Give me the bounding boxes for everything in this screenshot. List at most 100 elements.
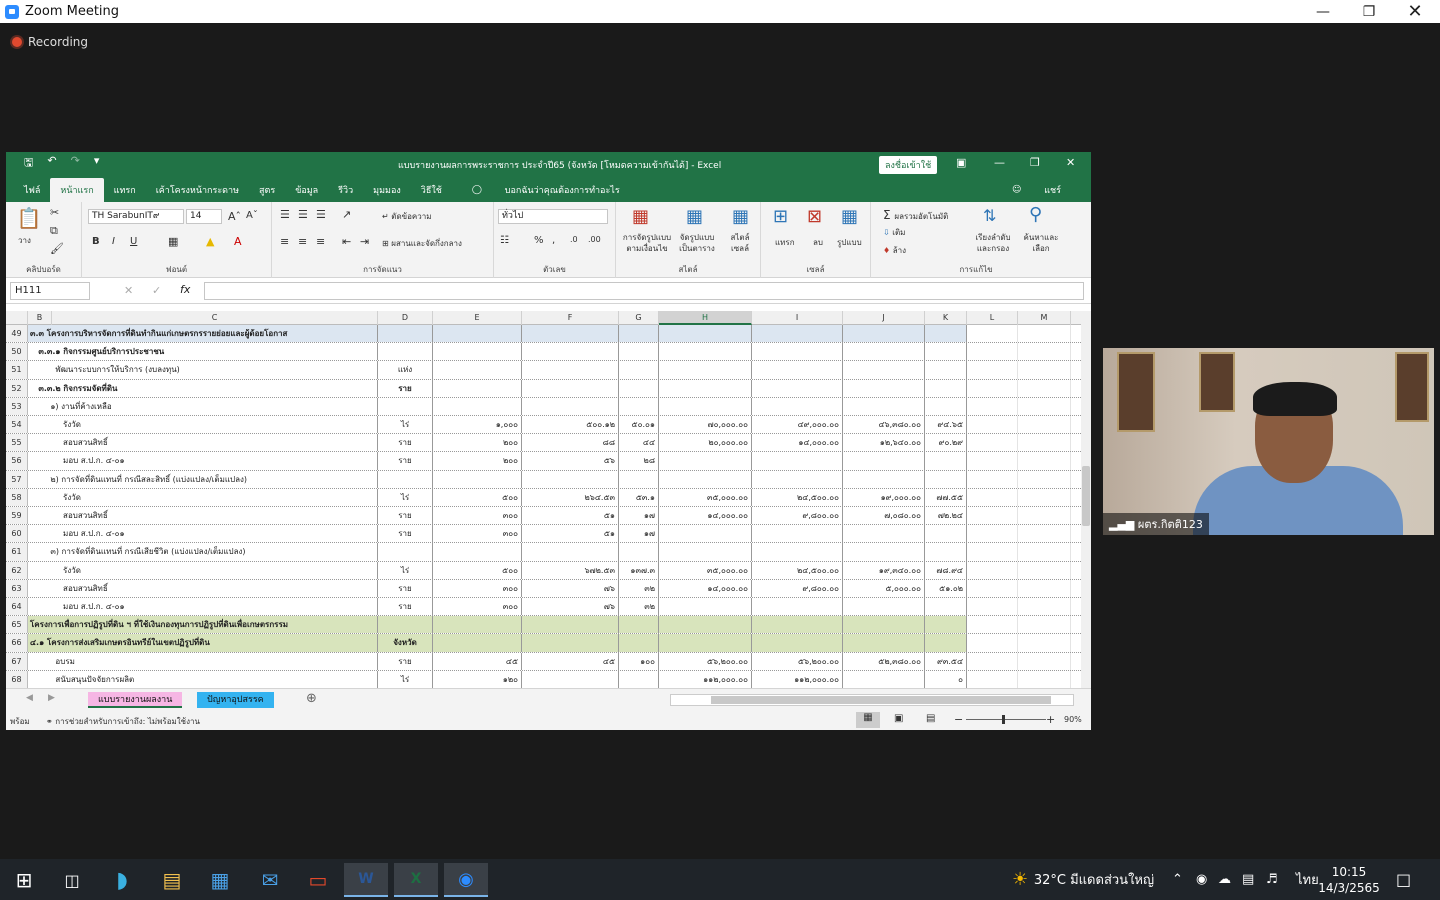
bottom-align-icon[interactable]: ☰ <box>316 208 326 221</box>
data-cell-f[interactable]: ๔๕ <box>522 652 619 670</box>
data-cell-i[interactable]: ๙,๘๐๐.๐๐ <box>752 507 843 525</box>
empty-cell[interactable] <box>967 543 1018 561</box>
data-cell-h[interactable]: ๗๐,๐๐๐.๐๐ <box>659 416 752 434</box>
item-label-cell[interactable]: โครงการเพื่อการปฏิรูปที่ดิน ฯ ที่ใช้เงิน… <box>28 616 378 634</box>
task-view-icon[interactable]: ◫ <box>50 863 94 897</box>
data-cell-f[interactable] <box>522 634 619 652</box>
data-cell-i[interactable]: ๔๙,๐๐๐.๐๐ <box>752 416 843 434</box>
row-number[interactable]: 54 <box>6 416 28 434</box>
empty-cell[interactable] <box>967 634 1018 652</box>
participant-video[interactable]: ▂▄▆ ผตร.กิตติ123 <box>1103 348 1434 535</box>
zoom-out-icon[interactable]: − <box>954 713 963 726</box>
data-cell-f[interactable]: ๕๑ <box>522 525 619 543</box>
meet-now-icon[interactable]: ◉ <box>1196 859 1207 900</box>
data-cell-j[interactable]: ๑๒,๖๔๐.๐๐ <box>843 434 925 452</box>
empty-cell[interactable] <box>1018 470 1071 488</box>
data-cell-i[interactable] <box>752 397 843 415</box>
data-cell-d[interactable] <box>378 470 433 488</box>
percent-icon[interactable]: % <box>534 235 544 246</box>
tab-page-layout[interactable]: เค้าโครงหน้ากระดาษ <box>146 178 249 202</box>
data-cell-h[interactable] <box>659 361 752 379</box>
data-cell-f[interactable]: ๕๑ <box>522 507 619 525</box>
data-cell-k[interactable] <box>925 325 967 343</box>
data-cell-e[interactable] <box>433 634 522 652</box>
data-cell-j[interactable] <box>843 397 925 415</box>
empty-cell[interactable] <box>967 652 1018 670</box>
data-cell-g[interactable]: ๔๔ <box>619 434 659 452</box>
empty-cell[interactable] <box>967 325 1018 343</box>
data-cell-f[interactable] <box>522 379 619 397</box>
comma-icon[interactable]: , <box>552 235 555 246</box>
data-cell-h[interactable] <box>659 525 752 543</box>
data-cell-e[interactable]: ๔๕ <box>433 652 522 670</box>
empty-cell[interactable] <box>967 470 1018 488</box>
data-cell-f[interactable] <box>522 361 619 379</box>
data-cell-j[interactable]: ๑๙,๓๔๐.๐๐ <box>843 561 925 579</box>
empty-cell[interactable] <box>967 616 1018 634</box>
data-cell-h[interactable]: ๕๖,๒๐๐.๐๐ <box>659 652 752 670</box>
cell-styles-icon[interactable]: ▦ <box>732 206 749 227</box>
data-cell-g[interactable] <box>619 379 659 397</box>
maximize-button[interactable]: ❐ <box>1346 0 1392 23</box>
fill-button[interactable]: ⇩ เติม <box>883 226 905 239</box>
item-label-cell[interactable]: ๓) การจัดที่ดินแทนที่ กรณีเสียชีวิต (แบ่… <box>28 543 378 561</box>
data-cell-h[interactable] <box>659 452 752 470</box>
data-cell-d[interactable]: ไร่ <box>378 670 433 688</box>
data-cell-k[interactable]: ๐ <box>925 670 967 688</box>
data-cell-j[interactable] <box>843 598 925 616</box>
data-cell-h[interactable] <box>659 379 752 397</box>
data-cell-i[interactable]: ๒๔,๕๐๐.๐๐ <box>752 488 843 506</box>
vertical-scroll-thumb[interactable] <box>1082 466 1090 526</box>
data-cell-d[interactable] <box>378 325 433 343</box>
data-cell-k[interactable]: ๗๒.๒๔ <box>925 507 967 525</box>
middle-align-icon[interactable]: ☰ <box>298 208 308 221</box>
data-cell-e[interactable] <box>433 543 522 561</box>
tab-view[interactable]: มุมมอง <box>363 178 411 202</box>
onedrive-icon[interactable]: ☁ <box>1218 859 1231 900</box>
data-cell-e[interactable]: ๑๒๐ <box>433 670 522 688</box>
data-cell-e[interactable]: ๓๐๐ <box>433 579 522 597</box>
accessibility-status[interactable]: ⚭ การช่วยสำหรับการเข้าถึง: ไม่พร้อมใช้งา… <box>46 715 200 728</box>
empty-cell[interactable] <box>1018 579 1071 597</box>
fill-color-icon[interactable]: ▲ <box>206 235 214 248</box>
underline-icon[interactable]: U <box>130 236 137 247</box>
data-cell-e[interactable] <box>433 361 522 379</box>
data-cell-h[interactable]: ๓๕,๐๐๐.๐๐ <box>659 561 752 579</box>
data-cell-i[interactable] <box>752 379 843 397</box>
number-format-select[interactable]: ทั่วไป <box>498 209 608 224</box>
data-cell-j[interactable]: ๑๙,๐๐๐.๐๐ <box>843 488 925 506</box>
data-cell-i[interactable] <box>752 616 843 634</box>
data-cell-g[interactable] <box>619 670 659 688</box>
data-cell-h[interactable] <box>659 325 752 343</box>
row-number[interactable]: 58 <box>6 488 28 506</box>
data-cell-i[interactable] <box>752 361 843 379</box>
data-cell-g[interactable] <box>619 343 659 361</box>
item-label-cell[interactable]: รังวัด <box>28 561 378 579</box>
empty-cell[interactable] <box>1018 616 1071 634</box>
column-header[interactable]: G <box>619 311 659 325</box>
clock[interactable]: 10:15 14/3/2565 <box>1318 859 1380 900</box>
data-cell-g[interactable]: ๑๐๐ <box>619 652 659 670</box>
font-color-icon[interactable]: A <box>234 235 242 248</box>
empty-cell[interactable] <box>967 507 1018 525</box>
tab-formulas[interactable]: สูตร <box>249 178 285 202</box>
conditional-format-icon[interactable]: ▦ <box>632 206 649 227</box>
data-cell-d[interactable]: ราย <box>378 434 433 452</box>
data-cell-d[interactable] <box>378 397 433 415</box>
data-cell-i[interactable] <box>752 543 843 561</box>
data-cell-g[interactable]: ๕๓.๑ <box>619 488 659 506</box>
data-cell-k[interactable] <box>925 598 967 616</box>
empty-cell[interactable] <box>1018 325 1071 343</box>
data-cell-g[interactable]: ๓๒ <box>619 579 659 597</box>
item-label-cell[interactable]: อบรม <box>28 652 378 670</box>
column-header[interactable]: J <box>843 311 925 325</box>
data-cell-d[interactable]: ไร่ <box>378 561 433 579</box>
data-cell-f[interactable]: ๗๖ <box>522 598 619 616</box>
data-cell-e[interactable]: ๓๐๐ <box>433 525 522 543</box>
data-cell-e[interactable] <box>433 616 522 634</box>
row-number[interactable]: 55 <box>6 434 28 452</box>
item-label-cell[interactable]: มอบ ส.ป.ก. ๔-๐๑ <box>28 452 378 470</box>
row-number[interactable]: 53 <box>6 397 28 415</box>
data-cell-d[interactable]: ราย <box>378 452 433 470</box>
empty-cell[interactable] <box>1018 652 1071 670</box>
